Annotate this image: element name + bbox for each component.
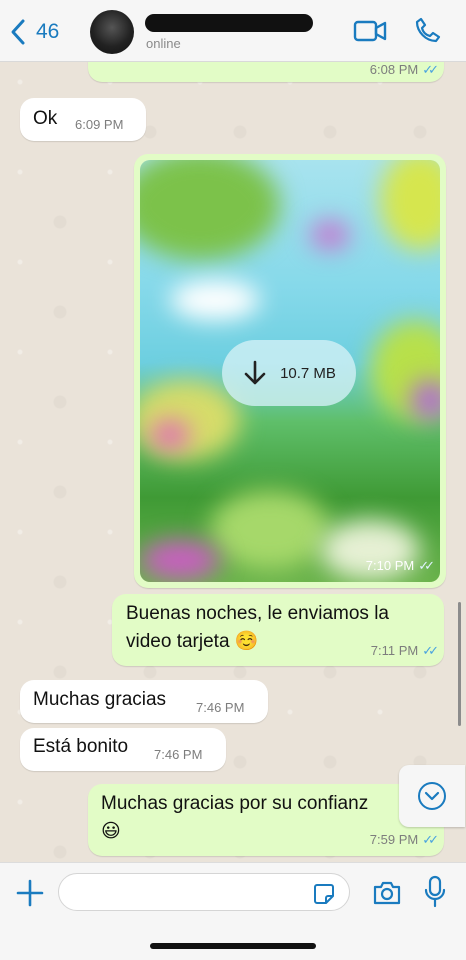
- sticker-icon[interactable]: [312, 882, 336, 906]
- message-time: 7:59 PM ✓✓: [369, 832, 439, 847]
- unread-count: 46: [36, 20, 60, 43]
- message-text: Ok: [33, 108, 58, 129]
- message-text: Está bonito: [33, 736, 129, 757]
- chat-area[interactable]: 6:08 PM✓✓ Ok 6:09 PM 10.7 MB 7:10 PM✓✓: [0, 62, 466, 862]
- message-text: Muchas gracias por su confianz 😃: [101, 793, 369, 842]
- composer-bar: [0, 862, 466, 960]
- video-thumbnail[interactable]: 10.7 MB 7:10 PM ✓✓: [140, 160, 440, 582]
- message-bubble-incoming[interactable]: Está bonito 7:46 PM: [20, 728, 226, 771]
- chat-header: 46 online: [0, 0, 466, 62]
- message-time: 7:46 PM: [196, 700, 245, 715]
- plus-icon[interactable]: [14, 877, 46, 909]
- message-bubble-outgoing[interactable]: Muchas gracias por su confianz 😃 7:59 PM…: [88, 784, 444, 856]
- message-input[interactable]: [58, 873, 350, 911]
- download-arrow-icon: [244, 360, 266, 385]
- microphone-icon[interactable]: [424, 875, 446, 909]
- contact-status: online: [146, 36, 181, 51]
- message-time: 6:08 PM ✓✓: [369, 62, 439, 77]
- file-size: 10.7 MB: [280, 364, 336, 382]
- camera-icon[interactable]: [372, 879, 402, 907]
- message-bubble-outgoing[interactable]: 6:08 PM ✓✓: [88, 62, 444, 82]
- message-time: 7:10 PM ✓✓: [365, 558, 435, 573]
- scrollbar[interactable]: [458, 602, 461, 726]
- video-message-bubble[interactable]: 10.7 MB 7:10 PM ✓✓: [134, 154, 446, 588]
- contact-name[interactable]: [145, 12, 315, 34]
- home-indicator: [150, 943, 316, 949]
- message-bubble-outgoing[interactable]: Buenas noches, le enviamos la video tarj…: [112, 594, 444, 666]
- phone-call-icon[interactable]: [414, 16, 442, 44]
- download-button[interactable]: 10.7 MB: [222, 340, 356, 406]
- scroll-to-bottom-button[interactable]: [399, 765, 465, 827]
- avatar[interactable]: [90, 10, 134, 54]
- message-bubble-incoming[interactable]: Muchas gracias 7:46 PM: [20, 680, 268, 723]
- message-time: 7:11 PM ✓✓: [370, 643, 439, 658]
- message-bubble-incoming[interactable]: Ok 6:09 PM: [20, 98, 146, 141]
- read-ticks-icon: ✓✓: [422, 643, 439, 658]
- read-ticks-icon: ✓✓: [422, 832, 439, 847]
- message-time: 6:09 PM: [75, 117, 124, 132]
- redacted-name: [145, 14, 313, 32]
- chevron-down-circle-icon: [418, 782, 446, 810]
- message-text: Muchas gracias: [33, 689, 167, 710]
- read-ticks-icon: ✓✓: [418, 558, 435, 573]
- read-ticks-icon: ✓✓: [422, 62, 439, 77]
- video-call-icon[interactable]: [353, 18, 387, 44]
- back-button[interactable]: 46: [8, 14, 59, 50]
- chevron-left-icon: [11, 19, 25, 45]
- message-time: 7:46 PM: [154, 747, 203, 762]
